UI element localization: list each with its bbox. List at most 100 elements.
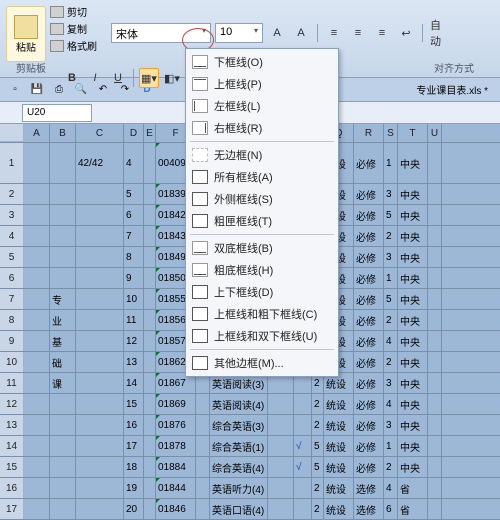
cell[interactable] bbox=[50, 143, 76, 183]
cell[interactable] bbox=[50, 184, 76, 204]
cell[interactable] bbox=[24, 247, 50, 267]
cell[interactable]: 01876 bbox=[156, 415, 196, 435]
cell[interactable] bbox=[50, 205, 76, 225]
cell[interactable] bbox=[144, 205, 156, 225]
border-menu-item[interactable]: 所有框线(A) bbox=[186, 166, 338, 188]
column-header-R[interactable]: R bbox=[354, 124, 384, 142]
cell[interactable] bbox=[294, 499, 312, 519]
underline-button[interactable]: U bbox=[108, 68, 128, 88]
cell[interactable]: 中央 bbox=[398, 394, 428, 414]
cell[interactable]: 必修 bbox=[354, 331, 384, 351]
cell[interactable]: 2 bbox=[312, 478, 324, 498]
cell[interactable] bbox=[268, 394, 294, 414]
cell[interactable] bbox=[294, 394, 312, 414]
cell[interactable]: 必修 bbox=[354, 226, 384, 246]
cell[interactable] bbox=[50, 415, 76, 435]
cell[interactable] bbox=[24, 226, 50, 246]
row-header[interactable]: 10 bbox=[0, 352, 24, 372]
cell[interactable] bbox=[268, 457, 294, 477]
cell[interactable] bbox=[428, 143, 442, 183]
border-menu-item[interactable]: 上框线(P) bbox=[186, 73, 338, 95]
cell[interactable]: 必修 bbox=[354, 205, 384, 225]
cell[interactable]: 4 bbox=[384, 394, 398, 414]
cell[interactable] bbox=[76, 478, 124, 498]
cell[interactable] bbox=[50, 226, 76, 246]
cell[interactable] bbox=[50, 478, 76, 498]
cell[interactable] bbox=[144, 268, 156, 288]
row-header[interactable]: 7 bbox=[0, 289, 24, 309]
cell[interactable]: √ bbox=[294, 457, 312, 477]
cell[interactable]: 必修 bbox=[354, 415, 384, 435]
cell[interactable] bbox=[428, 457, 442, 477]
cell[interactable]: 19 bbox=[124, 478, 144, 498]
cell[interactable]: 必修 bbox=[354, 184, 384, 204]
cell[interactable] bbox=[294, 415, 312, 435]
cell[interactable]: 18 bbox=[124, 457, 144, 477]
column-header-S[interactable]: S bbox=[384, 124, 398, 142]
cell[interactable] bbox=[144, 331, 156, 351]
cell[interactable] bbox=[428, 205, 442, 225]
row-header[interactable]: 5 bbox=[0, 247, 24, 267]
cell[interactable] bbox=[76, 331, 124, 351]
cell[interactable] bbox=[144, 289, 156, 309]
column-header-T[interactable]: T bbox=[398, 124, 428, 142]
cell[interactable] bbox=[50, 499, 76, 519]
cell[interactable]: 综合英语(1) bbox=[210, 436, 268, 456]
cell[interactable]: 中央 bbox=[398, 268, 428, 288]
cell[interactable] bbox=[428, 184, 442, 204]
auto-button[interactable]: 自动 bbox=[429, 23, 449, 43]
cell[interactable] bbox=[76, 226, 124, 246]
cell[interactable]: 统设 bbox=[324, 436, 354, 456]
cell[interactable]: 业 bbox=[50, 310, 76, 330]
cell[interactable]: 10 bbox=[124, 289, 144, 309]
cell[interactable]: 选修 bbox=[354, 478, 384, 498]
cell[interactable]: 3 bbox=[384, 184, 398, 204]
cell[interactable] bbox=[428, 247, 442, 267]
border-menu-item[interactable]: 上下框线(D) bbox=[186, 281, 338, 303]
cell[interactable] bbox=[144, 415, 156, 435]
cell[interactable] bbox=[144, 436, 156, 456]
cell[interactable]: 统设 bbox=[324, 394, 354, 414]
cell[interactable] bbox=[196, 436, 210, 456]
border-menu-item[interactable]: 左框线(L) bbox=[186, 95, 338, 117]
cell[interactable] bbox=[144, 310, 156, 330]
cell[interactable]: √ bbox=[294, 436, 312, 456]
cell[interactable]: 14 bbox=[124, 373, 144, 393]
cell[interactable] bbox=[24, 184, 50, 204]
border-menu-item[interactable]: 粗匣框线(T) bbox=[186, 210, 338, 232]
cell[interactable] bbox=[428, 478, 442, 498]
cell[interactable] bbox=[428, 352, 442, 372]
cell[interactable]: 5 bbox=[312, 457, 324, 477]
cell[interactable]: 2 bbox=[312, 499, 324, 519]
cell[interactable]: 中央 bbox=[398, 205, 428, 225]
fill-color-button[interactable]: ◧▾ bbox=[162, 68, 182, 88]
cell[interactable]: 6 bbox=[384, 499, 398, 519]
cell[interactable]: 必修 bbox=[354, 310, 384, 330]
cell[interactable] bbox=[24, 289, 50, 309]
cell[interactable]: 01878 bbox=[156, 436, 196, 456]
cell[interactable]: 统设 bbox=[324, 415, 354, 435]
cell[interactable]: 4 bbox=[124, 143, 144, 183]
cell[interactable]: 2 bbox=[384, 352, 398, 372]
cell[interactable]: 15 bbox=[124, 394, 144, 414]
cell[interactable]: 英语口语(4) bbox=[210, 499, 268, 519]
cell[interactable]: 9 bbox=[124, 268, 144, 288]
cell[interactable] bbox=[24, 143, 50, 183]
column-header-U[interactable]: U bbox=[428, 124, 442, 142]
column-header-C[interactable]: C bbox=[76, 124, 124, 142]
cell[interactable] bbox=[76, 310, 124, 330]
paste-button[interactable]: 粘贴 bbox=[6, 6, 46, 62]
align-right-button[interactable]: ≡ bbox=[372, 23, 392, 43]
border-menu-item[interactable]: 右框线(R) bbox=[186, 117, 338, 139]
row-header[interactable]: 4 bbox=[0, 226, 24, 246]
cell[interactable] bbox=[144, 143, 156, 183]
cell[interactable]: 课 bbox=[50, 373, 76, 393]
cell[interactable] bbox=[50, 268, 76, 288]
cell[interactable]: 1 bbox=[384, 268, 398, 288]
cell[interactable] bbox=[76, 205, 124, 225]
cell[interactable]: 4 bbox=[384, 331, 398, 351]
cell[interactable]: 2 bbox=[312, 394, 324, 414]
cell[interactable]: 6 bbox=[124, 205, 144, 225]
cell[interactable]: 基 bbox=[50, 331, 76, 351]
cell[interactable] bbox=[144, 457, 156, 477]
